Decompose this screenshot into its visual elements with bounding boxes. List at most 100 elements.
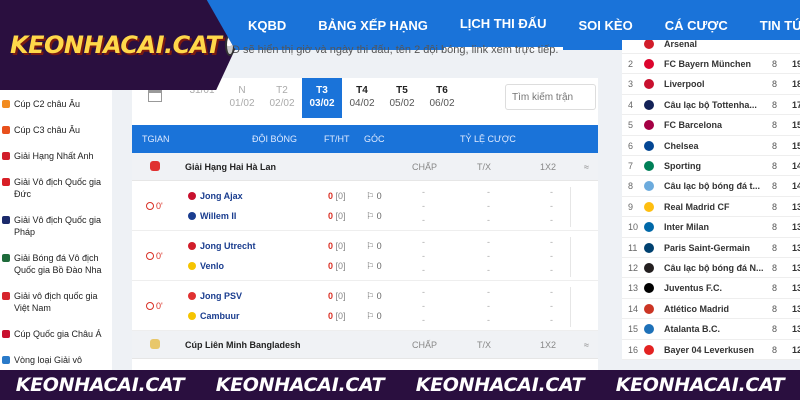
league-logo-icon bbox=[2, 330, 10, 338]
ranking-row[interactable]: 11 Paris Saint-Germain 8 13 bbox=[622, 238, 800, 258]
ranking-row[interactable]: 5 FC Barcelona 8 15 bbox=[622, 116, 800, 136]
odds-value[interactable]: - bbox=[487, 251, 490, 261]
team-away[interactable]: Cambuur bbox=[188, 311, 240, 321]
odds-value[interactable]: - bbox=[550, 251, 553, 261]
club-name: Atlético Madrid bbox=[664, 303, 730, 314]
odds-value[interactable]: - bbox=[422, 315, 425, 325]
odds-value[interactable]: - bbox=[487, 237, 490, 247]
ranking-row[interactable]: 3 Liverpool 8 18 bbox=[622, 75, 800, 95]
club-crest-icon bbox=[644, 303, 654, 314]
odds-value[interactable]: - bbox=[550, 201, 553, 211]
match-row[interactable]: 0' Jong Utrecht 0 [0] ⚐ 0 Venlo 0 [0] ⚐ 0 - - - - -… bbox=[132, 231, 598, 281]
nav-item[interactable]: LỊCH THI ĐẤU bbox=[443, 0, 563, 50]
ranking-row[interactable]: 16 Bayer 04 Leverkusen 8 12 bbox=[622, 340, 800, 360]
date-tab-date: 01/02 bbox=[229, 98, 255, 109]
club-points: 13 bbox=[792, 262, 800, 273]
odds-value[interactable]: - bbox=[422, 301, 425, 311]
date-tab[interactable]: T6 06/02 bbox=[422, 78, 462, 118]
match-clock: 0' bbox=[146, 201, 163, 211]
ranking-row[interactable]: 14 Atlético Madrid 8 13 bbox=[622, 299, 800, 320]
odds-value[interactable]: - bbox=[487, 187, 490, 197]
odds-value[interactable]: - bbox=[550, 287, 553, 297]
odds-value[interactable]: - bbox=[550, 215, 553, 225]
date-tab[interactable]: T2 02/02 bbox=[262, 78, 302, 118]
ranking-row[interactable]: 10 Inter Milan 8 13 bbox=[622, 218, 800, 238]
odds-value[interactable]: - bbox=[422, 201, 425, 211]
odds-value[interactable]: - bbox=[550, 237, 553, 247]
matches-played: 8 bbox=[772, 303, 778, 314]
ranking-row[interactable]: 12 Câu lạc bộ bóng đá N... 8 13 bbox=[622, 258, 800, 279]
league-logo-icon bbox=[2, 152, 10, 160]
date-tab[interactable]: N 01/02 bbox=[222, 78, 262, 118]
calendar-icon[interactable] bbox=[148, 90, 162, 102]
expand-icon[interactable]: ≈ bbox=[584, 162, 589, 172]
league-logo-icon bbox=[2, 126, 10, 134]
ranking-row[interactable]: 7 Sporting 8 14 bbox=[622, 156, 800, 177]
rank-position: 11 bbox=[628, 242, 638, 253]
corner-away: ⚐ 0 bbox=[366, 261, 382, 272]
sidebar-league-label: Giải Vô địch Quốc gia Đức bbox=[14, 177, 102, 199]
odds-value[interactable]: - bbox=[422, 237, 425, 247]
team-home[interactable]: Jong Utrecht bbox=[188, 241, 256, 251]
odds-value[interactable]: - bbox=[550, 301, 553, 311]
sidebar-league-item[interactable]: Giải Bóng đá Vô địch Quốc gia Bồ Đào Nha bbox=[0, 244, 112, 282]
date-tab[interactable]: T3 03/02 bbox=[302, 78, 342, 118]
sidebar-league-item[interactable]: Giải Hạng Nhất Anh bbox=[0, 142, 112, 168]
odds-value[interactable]: - bbox=[422, 215, 425, 225]
match-search-input[interactable] bbox=[505, 84, 596, 110]
expand-icon[interactable]: ≈ bbox=[584, 340, 589, 350]
sidebar-league-item[interactable]: Giải vô địch quốc gia Việt Nam bbox=[0, 282, 112, 320]
sidebar-league-item[interactable]: Cúp C2 châu Âu bbox=[0, 90, 112, 116]
odds-value[interactable]: - bbox=[550, 187, 553, 197]
club-name: FC Bayern München bbox=[664, 58, 752, 69]
corner-flag-icon: ⚐ bbox=[366, 211, 377, 221]
match-row[interactable]: 0' Jong PSV 0 [0] ⚐ 0 Cambuur 0 [0] ⚐ 0 - - - - - - -… bbox=[132, 281, 598, 331]
odds-value[interactable]: - bbox=[550, 265, 553, 275]
sidebar-league-item[interactable]: Cúp C3 châu Âu bbox=[0, 116, 112, 142]
odds-value[interactable]: - bbox=[487, 215, 490, 225]
club-crest-icon bbox=[644, 58, 654, 69]
ranking-row[interactable]: 2 FC Bayern München 8 19 bbox=[622, 54, 800, 75]
date-tab[interactable]: T5 05/02 bbox=[382, 78, 422, 118]
sidebar-league-item[interactable]: Giải Vô địch Quốc gia Pháp bbox=[0, 206, 112, 244]
ranking-row[interactable]: 4 Câu lạc bộ Tottenha... 8 17 bbox=[622, 95, 800, 116]
odds-value[interactable]: - bbox=[487, 315, 490, 325]
odds-value[interactable]: - bbox=[487, 201, 490, 211]
sidebar-league-item[interactable]: Vòng loại Giải vô bbox=[0, 346, 112, 372]
date-tab[interactable]: T4 04/02 bbox=[342, 78, 382, 118]
team-away[interactable]: Willem II bbox=[188, 211, 236, 221]
match-row[interactable]: 0' Jong Ajax 0 [0] ⚐ 0 Willem II 0 [0] ⚐ 0 - - - -… bbox=[132, 181, 598, 231]
watermark-text: KEONHACAI.CAT bbox=[415, 374, 585, 396]
ranking-row[interactable]: 15 Atalanta B.C. 8 13 bbox=[622, 320, 800, 340]
ranking-row[interactable]: 9 Real Madrid CF 8 13 bbox=[622, 197, 800, 218]
sidebar-league-item[interactable]: Cúp Quốc gia Châu Á bbox=[0, 320, 112, 346]
clock-icon bbox=[146, 252, 154, 260]
team-away[interactable]: Venlo bbox=[188, 261, 224, 271]
odds-value[interactable]: - bbox=[422, 187, 425, 197]
league-logo-icon bbox=[2, 100, 10, 108]
ranking-row[interactable]: 13 Juventus F.C. 8 13 bbox=[622, 279, 800, 299]
league-header-row[interactable]: Cúp Liên Minh Bangladesh CHẤP T/X 1X2 ≈ bbox=[132, 331, 598, 359]
odds-value[interactable]: - bbox=[422, 265, 425, 275]
nav-item[interactable]: BẢNG XẾP HẠNG bbox=[302, 0, 444, 50]
sidebar-league-label: Giải Vô địch Quốc gia Pháp bbox=[14, 215, 102, 237]
ranking-row[interactable]: 8 Câu lạc bộ bóng đá t... 8 14 bbox=[622, 177, 800, 197]
odds-value[interactable]: - bbox=[487, 265, 490, 275]
nav-item[interactable]: KQBD bbox=[232, 0, 302, 50]
team-home[interactable]: Jong Ajax bbox=[188, 191, 243, 201]
ranking-row[interactable]: Arsenal bbox=[622, 40, 800, 54]
odds-value[interactable]: - bbox=[487, 287, 490, 297]
team-name: Jong Ajax bbox=[200, 191, 243, 201]
league-name: Cúp Liên Minh Bangladesh bbox=[185, 340, 301, 350]
league-header-row[interactable]: Giải Hạng Hai Hà Lan CHẤP T/X 1X2 ≈ bbox=[132, 153, 598, 181]
ranking-row[interactable]: 6 Chelsea 8 15 bbox=[622, 136, 800, 156]
team-home[interactable]: Jong PSV bbox=[188, 291, 242, 301]
odds-value[interactable]: - bbox=[550, 315, 553, 325]
odds-value[interactable]: - bbox=[422, 251, 425, 261]
odds-value[interactable]: - bbox=[422, 287, 425, 297]
corner-count: 0 bbox=[376, 191, 382, 201]
sidebar-league-item[interactable]: Giải Vô địch Quốc gia Đức bbox=[0, 168, 112, 206]
site-logo[interactable]: KEONHACAI.CAT bbox=[0, 0, 235, 90]
league-logo-icon bbox=[150, 161, 160, 171]
odds-value[interactable]: - bbox=[487, 301, 490, 311]
